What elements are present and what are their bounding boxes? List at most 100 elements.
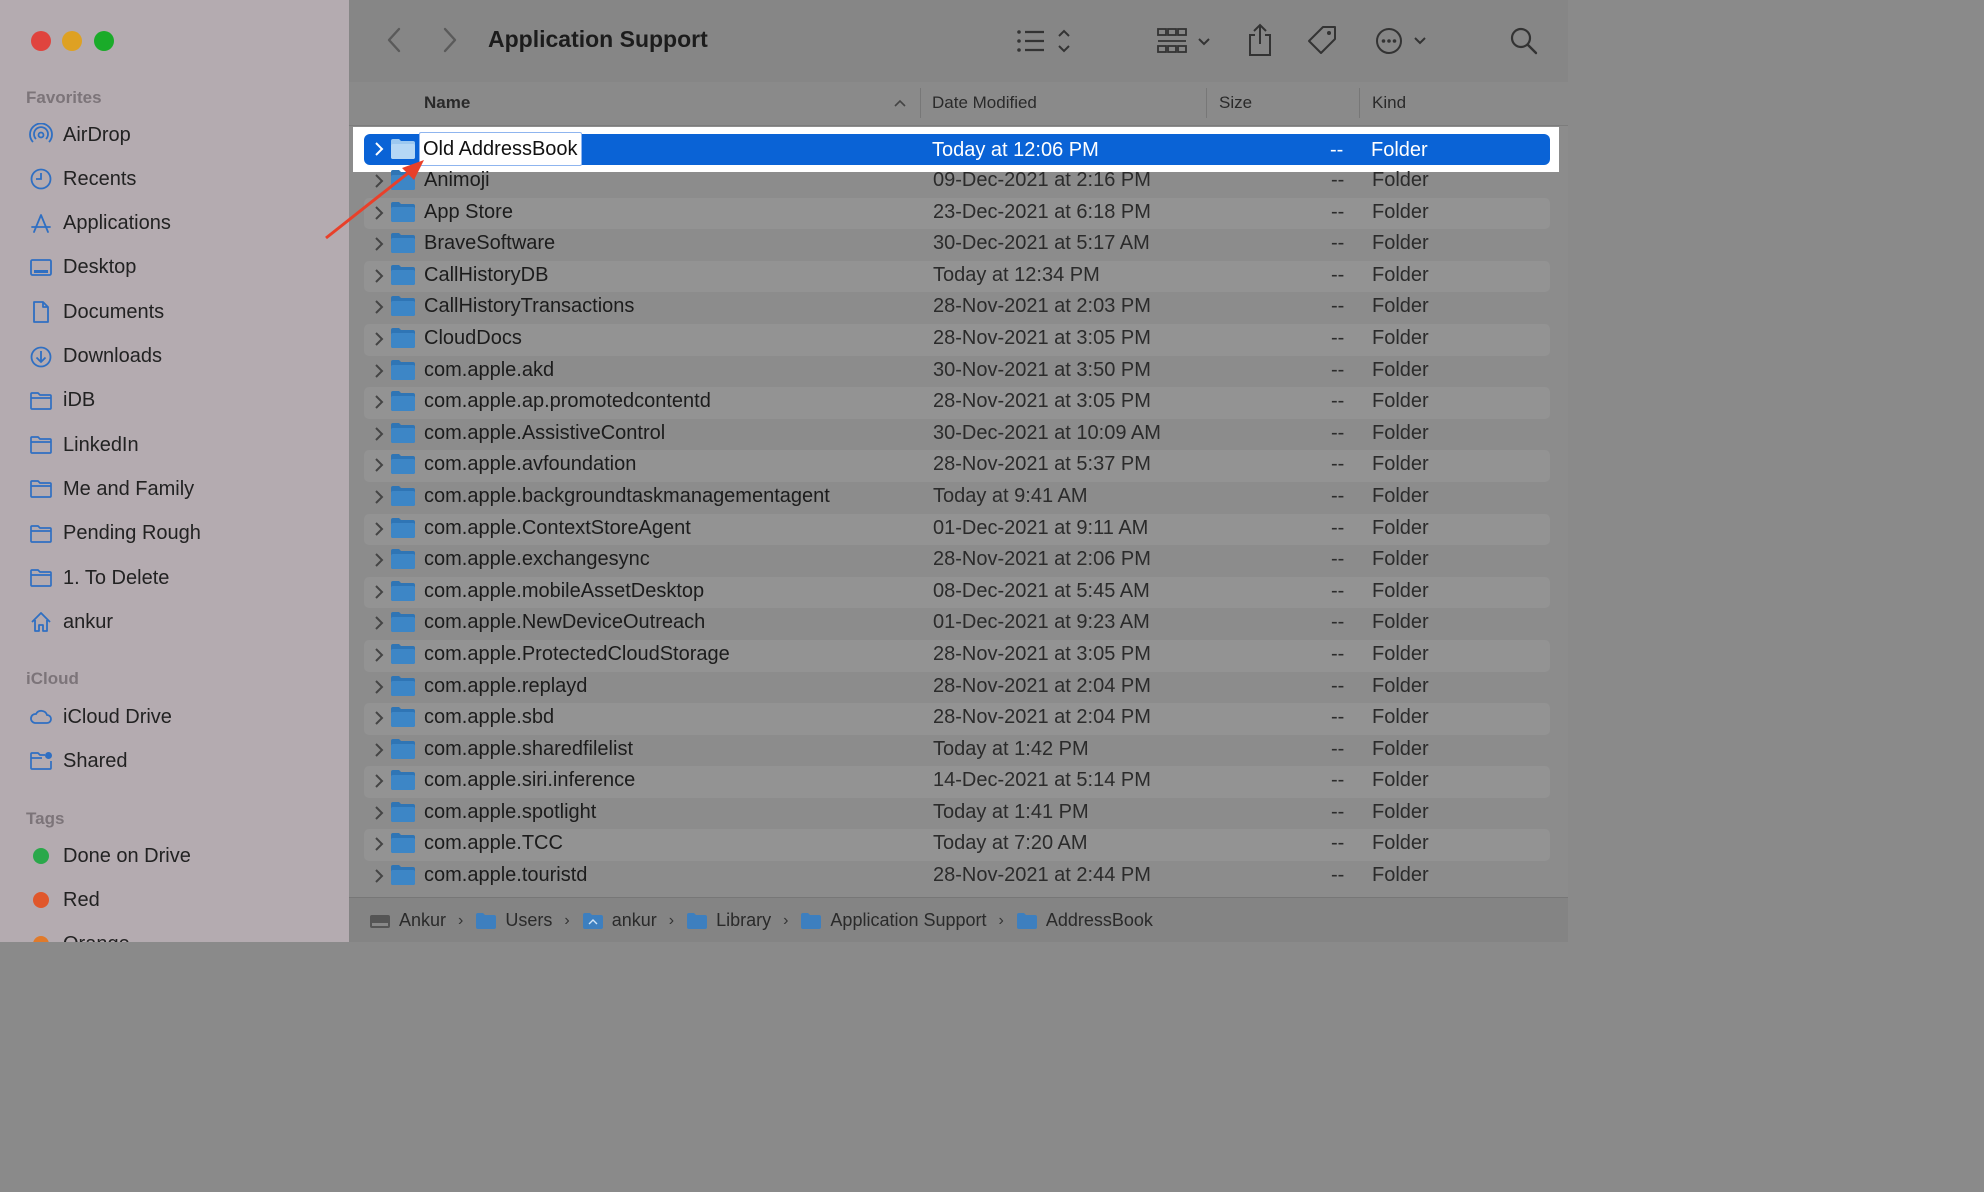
more-actions-button[interactable] <box>1375 24 1435 58</box>
table-row[interactable]: com.apple.ProtectedCloudStorage 28-Nov-20… <box>364 639 1550 672</box>
group-button[interactable] <box>1155 24 1215 58</box>
forward-button[interactable] <box>435 22 465 58</box>
file-size: -- <box>1331 706 1345 729</box>
table-row[interactable]: CallHistoryTransactions 28-Nov-2021 at 2:… <box>364 292 1550 324</box>
date-column-header[interactable]: Date Modified <box>932 93 1037 113</box>
folder-icon <box>1016 912 1038 930</box>
table-row[interactable]: Animoji 09-Dec-2021 at 2:16 PM -- Folder <box>364 166 1550 198</box>
rename-field[interactable]: Old AddressBook <box>419 132 582 166</box>
disclosure-triangle-icon[interactable] <box>373 679 385 695</box>
table-row[interactable]: CloudDocs 28-Nov-2021 at 3:05 PM -- Folder <box>364 323 1550 356</box>
disclosure-triangle-icon[interactable] <box>373 647 385 663</box>
disclosure-triangle-icon[interactable] <box>373 457 385 473</box>
table-row[interactable]: com.apple.spotlight Today at 1:41 PM -- Fol… <box>364 798 1550 830</box>
disclosure-triangle-icon[interactable] <box>373 363 385 379</box>
table-row[interactable]: CallHistoryDB Today at 12:34 PM -- Folder <box>364 260 1550 293</box>
column-divider[interactable] <box>1206 88 1207 118</box>
disclosure-triangle-icon[interactable] <box>373 773 385 789</box>
table-row[interactable]: com.apple.mobileAssetDesktop 08-Dec-2021 … <box>364 576 1550 609</box>
disclosure-triangle-icon[interactable] <box>373 710 385 726</box>
disclosure-triangle-icon[interactable] <box>373 868 385 884</box>
breadcrumb-item[interactable]: Application Support <box>800 910 987 931</box>
disclosure-triangle-icon[interactable] <box>373 299 385 315</box>
file-size: -- <box>1331 579 1345 602</box>
breadcrumb-separator: › <box>668 911 675 929</box>
breadcrumb-item[interactable]: ankur <box>582 910 657 931</box>
table-row[interactable]: com.apple.NewDeviceOutreach 01-Dec-2021 a… <box>364 608 1550 640</box>
selected-row[interactable]: Old AddressBook Today at 12:06 PM -- Fol… <box>364 132 1550 166</box>
disclosure-triangle-icon[interactable] <box>373 394 385 410</box>
sidebar-tag-orange[interactable]: Orange <box>28 927 328 942</box>
disclosure-triangle-icon[interactable] <box>373 552 385 568</box>
minimize-button[interactable] <box>62 31 82 51</box>
breadcrumb-item[interactable]: Library <box>686 910 771 931</box>
table-row[interactable]: com.apple.sharedfilelist Today at 1:42 PM… <box>364 735 1550 767</box>
sidebar-tag-red[interactable]: Red <box>28 883 328 917</box>
disclosure-triangle-icon[interactable] <box>373 268 385 284</box>
sidebar-item-shared[interactable]: Shared <box>28 744 328 778</box>
file-date-modified: Today at 12:34 PM <box>933 263 1100 286</box>
table-row[interactable]: com.apple.AssistiveControl 30-Dec-2021 at… <box>364 419 1550 451</box>
table-row[interactable]: com.apple.TCC Today at 7:20 AM -- Folder <box>364 829 1550 862</box>
table-row[interactable]: com.apple.backgroundtaskmanagementagent T… <box>364 482 1550 514</box>
table-row[interactable]: com.apple.replayd 28-Nov-2021 at 2:04 PM -… <box>364 672 1550 704</box>
disclosure-triangle-icon[interactable] <box>373 615 385 631</box>
view-mode-button[interactable] <box>1013 24 1077 58</box>
kind-column-header[interactable]: Kind <box>1372 93 1406 113</box>
table-row[interactable]: com.apple.akd 30-Nov-2021 at 3:50 PM -- Fol… <box>364 356 1550 388</box>
disclosure-triangle-icon[interactable] <box>373 742 385 758</box>
file-name: com.apple.NewDeviceOutreach <box>424 611 706 634</box>
back-button[interactable] <box>379 22 409 58</box>
sidebar-item-pending-rough[interactable]: Pending Rough <box>28 517 328 551</box>
tags-button[interactable] <box>1305 22 1339 58</box>
table-row[interactable]: com.apple.ContextStoreAgent 01-Dec-2021 a… <box>364 513 1550 546</box>
table-row[interactable]: com.apple.avfoundation 28-Nov-2021 at 5:3… <box>364 450 1550 482</box>
disclosure-triangle-icon[interactable] <box>373 836 385 852</box>
disclosure-triangle-icon[interactable] <box>373 584 385 600</box>
file-name: com.apple.replayd <box>424 674 588 697</box>
sidebar-item-1-to-delete[interactable]: 1. To Delete <box>28 561 328 595</box>
breadcrumb-item[interactable]: Ankur <box>369 910 446 931</box>
sidebar-item-applications[interactable]: Applications <box>28 207 328 241</box>
file-kind: Folder <box>1372 579 1429 602</box>
column-divider[interactable] <box>920 88 921 118</box>
file-date-modified: 09-Dec-2021 at 2:16 PM <box>933 169 1151 191</box>
sidebar-item-icloud-drive[interactable]: iCloud Drive <box>28 700 328 734</box>
disclosure-triangle-icon[interactable] <box>373 489 385 505</box>
name-column-header[interactable]: Name <box>424 93 470 113</box>
breadcrumb-item[interactable]: AddressBook <box>1016 910 1153 931</box>
table-row[interactable]: com.apple.ap.promotedcontentd 28-Nov-2021… <box>364 387 1550 419</box>
sidebar-item-me-and-family[interactable]: Me and Family <box>28 472 328 506</box>
share-button[interactable] <box>1245 20 1275 60</box>
zoom-button[interactable] <box>94 31 114 51</box>
column-divider[interactable] <box>1359 88 1360 118</box>
sidebar-item-linkedin[interactable]: LinkedIn <box>28 428 328 462</box>
size-column-header[interactable]: Size <box>1219 93 1252 113</box>
sidebar-item-ankur[interactable]: ankur <box>28 605 328 639</box>
sidebar-item-airdrop[interactable]: AirDrop <box>28 118 328 152</box>
search-button[interactable] <box>1507 24 1541 58</box>
disclosure-triangle-icon[interactable] <box>373 805 385 821</box>
disclosure-triangle-icon[interactable] <box>373 426 385 442</box>
table-row[interactable]: App Store 23-Dec-2021 at 6:18 PM -- Folder <box>364 197 1550 230</box>
sidebar-item-documents[interactable]: Documents <box>28 295 328 329</box>
breadcrumb-label: Ankur <box>399 910 447 930</box>
sidebar-item-recents[interactable]: Recents <box>28 162 328 196</box>
file-date-modified: 23-Dec-2021 at 6:18 PM <box>933 200 1151 223</box>
table-row[interactable]: com.apple.sbd 28-Nov-2021 at 2:04 PM -- Fol… <box>364 703 1550 735</box>
table-row[interactable]: com.apple.exchangesync 28-Nov-2021 at 2:0… <box>364 545 1550 577</box>
disclosure-triangle-icon[interactable] <box>373 331 385 347</box>
table-row[interactable]: com.apple.siri.inference 14-Dec-2021 at 5… <box>364 766 1550 798</box>
sidebar-item-label: 1. To Delete <box>63 566 170 589</box>
close-button[interactable] <box>31 31 51 51</box>
sidebar-item-downloads[interactable]: Downloads <box>28 340 328 374</box>
disclosure-triangle-icon[interactable] <box>373 521 385 537</box>
clock-icon <box>28 166 54 192</box>
breadcrumb-item[interactable]: Users <box>475 910 552 931</box>
sidebar-item-idb[interactable]: iDB <box>28 384 328 418</box>
table-row[interactable]: com.apple.touristd 28-Nov-2021 at 2:44 PM… <box>364 861 1550 893</box>
sidebar-tag-done-on-drive[interactable]: Done on Drive <box>28 839 328 873</box>
table-row[interactable]: BraveSoftware 30-Dec-2021 at 5:17 AM -- Fol… <box>364 229 1550 261</box>
favorites-section-label: Favorites <box>26 88 102 107</box>
sidebar-item-desktop[interactable]: Desktop <box>28 251 328 285</box>
